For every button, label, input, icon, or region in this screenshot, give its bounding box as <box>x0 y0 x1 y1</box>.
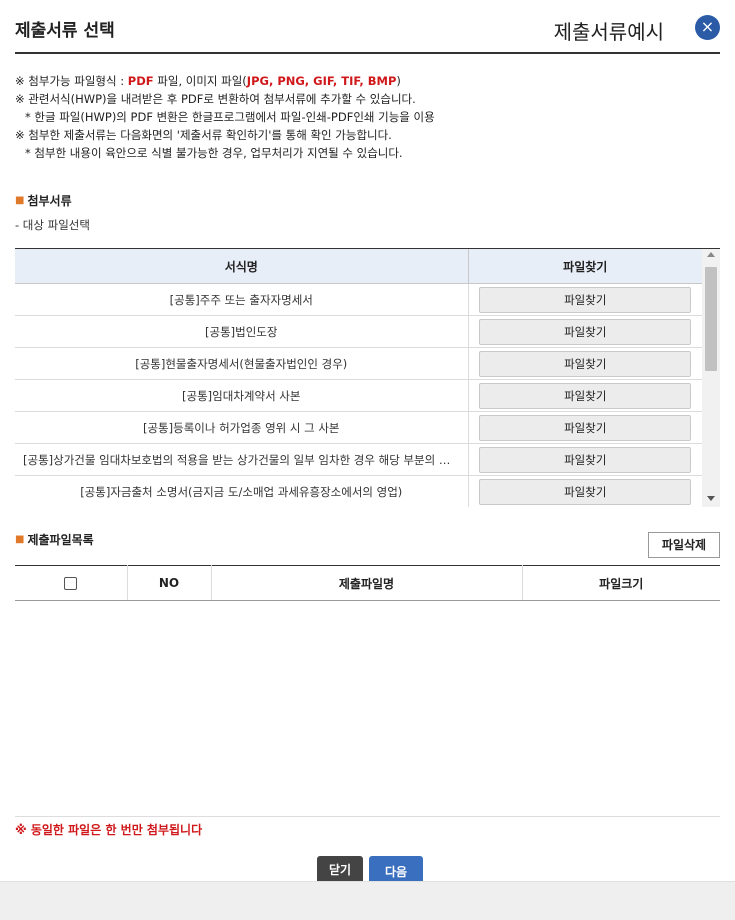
find-file-button[interactable]: 파일찾기 <box>479 446 692 473</box>
duplicate-warning: ※ 동일한 파일은 한 번만 첨부됩니다 <box>15 823 203 837</box>
find-file-button[interactable]: 파일찾기 <box>479 286 692 313</box>
footer-divider <box>15 816 720 817</box>
find-file-cell: 파일찾기 <box>468 379 702 412</box>
select-all-column <box>15 565 128 601</box>
bottom-bar <box>0 881 735 920</box>
document-example-link[interactable]: 제출서류예시 <box>554 16 664 45</box>
table-row: [공통]법인도장 파일찾기 <box>15 315 702 348</box>
find-file-cell: 파일찾기 <box>468 347 702 380</box>
column-header-no: NO <box>127 565 212 601</box>
form-name-cell: [공통]법인도장 <box>15 315 469 348</box>
document-table: 서식명 파일찾기 [공통]주주 또는 출자자명세서 파일찾기 [공통]법인도장 파일찾… <box>15 249 702 507</box>
scroll-up-icon[interactable] <box>707 252 715 257</box>
find-file-button[interactable]: 파일찾기 <box>479 382 692 409</box>
table-row: [공통]자금출처 소명서(금지금 도/소매업 과세유흥장소에서의 영업) 파일찾기 <box>15 475 702 507</box>
table-row: [공통]주주 또는 출자자명세서 파일찾기 <box>15 283 702 316</box>
select-all-checkbox[interactable] <box>64 577 78 590</box>
table-row: [공통]상가건물 임대차보호법의 적용을 받는 상가건물의 일부 임차한 경우 … <box>15 443 702 476</box>
form-name-cell: [공통]주주 또는 출자자명세서 <box>15 283 469 316</box>
form-name-cell: [공통]현물출자명세서(현물출자법인인 경우) <box>15 347 469 380</box>
table-row: [공통]임대차계약서 사본 파일찾기 <box>15 379 702 412</box>
column-header-file-size: 파일크기 <box>522 565 720 601</box>
submitted-files-table: NO 제출파일명 파일크기 <box>15 565 720 601</box>
close-icon[interactable]: × <box>695 15 720 40</box>
column-header-file-name: 제출파일명 <box>211 565 523 601</box>
note-delay: * 첨부한 내용이 육안으로 식별 불가능한 경우, 업무처리가 지연될 수 있… <box>25 146 403 160</box>
document-table-scrollbar[interactable] <box>702 249 720 507</box>
attach-section-title: ■ 첨부서류 <box>15 194 72 208</box>
find-file-cell: 파일찾기 <box>468 315 702 348</box>
form-name-cell: [공통]등록이나 허가업종 영위 시 그 사본 <box>15 411 469 444</box>
bullet-icon: ■ <box>15 534 25 545</box>
delete-file-button[interactable]: 파일삭제 <box>648 532 720 558</box>
bullet-icon: ■ <box>15 195 25 206</box>
note-file-formats: ※ 첨부가능 파일형식 : PDF 파일, 이미지 파일(JPG, PNG, G… <box>15 74 401 88</box>
find-file-button[interactable]: 파일찾기 <box>479 414 692 441</box>
scroll-thumb[interactable] <box>705 267 717 371</box>
dialog-header: 제출서류 선택 제출서류예시 × <box>15 0 720 54</box>
find-file-button[interactable]: 파일찾기 <box>479 350 692 377</box>
find-file-cell: 파일찾기 <box>468 283 702 316</box>
notes: ※ 첨부가능 파일형식 : PDF 파일, 이미지 파일(JPG, PNG, G… <box>15 72 435 162</box>
table-row: [공통]등록이나 허가업종 영위 시 그 사본 파일찾기 <box>15 411 702 444</box>
find-file-button[interactable]: 파일찾기 <box>479 478 692 505</box>
dialog-title: 제출서류 선택 <box>15 21 115 41</box>
document-table-container: 서식명 파일찾기 [공통]주주 또는 출자자명세서 파일찾기 [공통]법인도장 파일찾… <box>15 248 720 507</box>
form-name-cell: [공통]임대차계약서 사본 <box>15 379 469 412</box>
note-hwp: ※ 관련서식(HWP)을 내려받은 후 PDF로 변환하여 첨부서류에 추가할 … <box>15 92 416 106</box>
scroll-down-icon[interactable] <box>707 496 715 501</box>
find-file-cell: 파일찾기 <box>468 475 702 507</box>
attach-section-subtitle: - 대상 파일선택 <box>15 218 90 232</box>
find-file-button[interactable]: 파일찾기 <box>479 318 692 345</box>
table-row: [공통]현물출자명세서(현물출자법인인 경우) 파일찾기 <box>15 347 702 380</box>
note-hwp-convert: * 한글 파일(HWP)의 PDF 변환은 한글프로그램에서 파일-인쇄-PDF… <box>25 110 435 124</box>
files-section-title: ■ 제출파일목록 <box>15 533 94 547</box>
form-name-cell: [공통]상가건물 임대차보호법의 적용을 받는 상가건물의 일부 임차한 경우 … <box>15 443 469 476</box>
note-confirm: ※ 첨부한 제출서류는 다음화면의 '제출서류 확인하기'를 통해 확인 가능합… <box>15 128 392 142</box>
find-file-cell: 파일찾기 <box>468 443 702 476</box>
column-header-form-name: 서식명 <box>15 249 469 284</box>
column-header-find-file: 파일찾기 <box>468 249 702 284</box>
find-file-cell: 파일찾기 <box>468 411 702 444</box>
form-name-cell: [공통]자금출처 소명서(금지금 도/소매업 과세유흥장소에서의 영업) <box>15 475 469 507</box>
close-button[interactable]: 닫기 <box>317 856 363 884</box>
